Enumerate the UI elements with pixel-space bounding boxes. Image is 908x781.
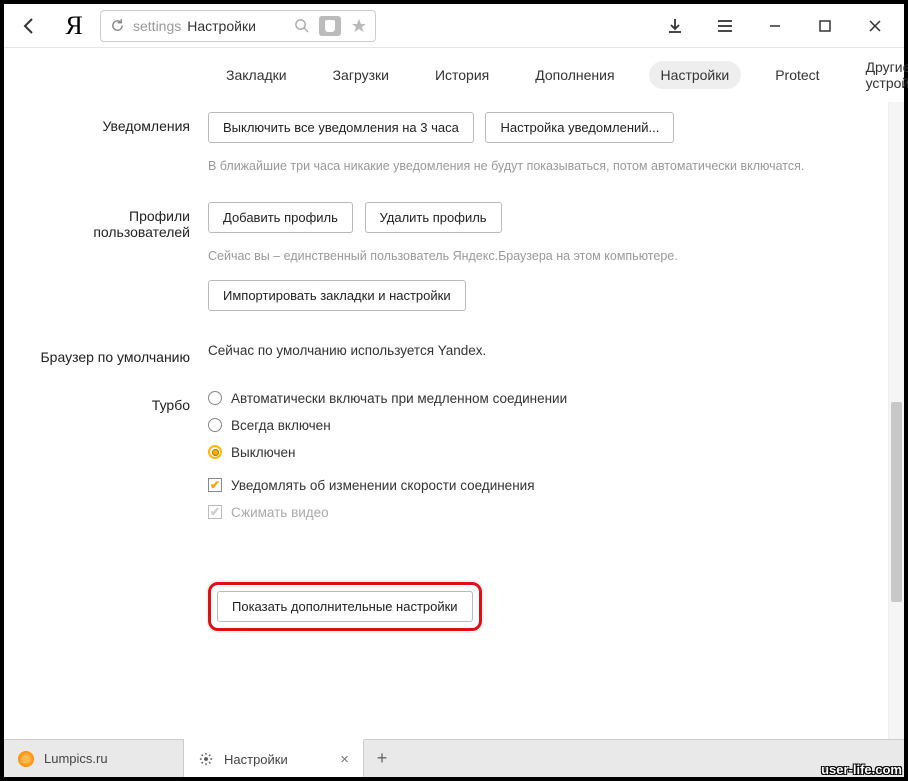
section-label: Браузер по умолчанию [38, 343, 208, 365]
section-advanced: Показать дополнительные настройки [38, 558, 858, 631]
maximize-button[interactable] [804, 8, 846, 44]
menu-icon[interactable] [704, 8, 746, 44]
search-icon[interactable] [291, 16, 311, 36]
radio-label: Выключен [231, 445, 295, 460]
turbo-auto-radio[interactable]: Автоматически включать при медленном сое… [208, 391, 858, 406]
close-button[interactable] [854, 8, 896, 44]
settings-content: Уведомления Выключить все уведомления на… [4, 102, 888, 739]
reload-icon[interactable] [107, 18, 127, 33]
browser-tabbar: Lumpics.ru Настройки × + [4, 739, 904, 777]
address-title: Настройки [187, 18, 256, 34]
delete-profile-button[interactable]: Удалить профиль [365, 202, 502, 233]
tab-other-devices[interactable]: Другие устройства [854, 53, 908, 97]
notifications-hint: В ближайшие три часа никакие уведомления… [208, 157, 858, 176]
show-advanced-button[interactable]: Показать дополнительные настройки [217, 591, 473, 622]
checkbox-label: Сжимать видео [231, 505, 329, 520]
settings-nav: Закладки Загрузки История Дополнения Нас… [4, 48, 904, 102]
address-prefix: settings [133, 18, 181, 34]
section-profiles: Профили пользователей Добавить профиль У… [38, 202, 858, 317]
back-button[interactable] [12, 8, 48, 44]
default-browser-text: Сейчас по умолчанию используется Yandex. [208, 343, 858, 358]
tab-label: Lumpics.ru [44, 751, 108, 766]
downloads-icon[interactable] [654, 8, 696, 44]
turbo-always-radio[interactable]: Всегда включен [208, 418, 858, 433]
scrollbar-thumb[interactable] [891, 402, 902, 602]
import-button[interactable]: Импортировать закладки и настройки [208, 280, 466, 311]
section-turbo: Турбо Автоматически включать при медленн… [38, 391, 858, 532]
turbo-compress-checkbox: Сжимать видео [208, 505, 858, 520]
yandex-logo-icon[interactable]: Я [56, 8, 92, 44]
radio-label: Всегда включен [231, 418, 331, 433]
section-label: Профили пользователей [38, 202, 208, 317]
tab-downloads[interactable]: Загрузки [321, 61, 401, 89]
watermark: user-life.com [821, 762, 902, 777]
notification-settings-button[interactable]: Настройка уведомлений... [485, 112, 674, 143]
radio-label: Автоматически включать при медленном сое… [231, 391, 567, 406]
new-tab-button[interactable]: + [364, 740, 400, 777]
favicon-icon [18, 751, 34, 767]
tab-protect[interactable]: Protect [763, 61, 831, 89]
browser-tab[interactable]: Lumpics.ru [4, 740, 184, 777]
section-label: Уведомления [38, 112, 208, 176]
tab-close-icon[interactable]: × [340, 751, 349, 768]
tab-label: Настройки [224, 752, 288, 767]
highlight-outline: Показать дополнительные настройки [208, 582, 482, 631]
scrollbar[interactable] [888, 102, 904, 739]
tab-addons[interactable]: Дополнения [523, 61, 626, 89]
tab-bookmarks[interactable]: Закладки [214, 61, 299, 89]
add-profile-button[interactable]: Добавить профиль [208, 202, 353, 233]
minimize-button[interactable] [754, 8, 796, 44]
address-bar[interactable]: settings Настройки [100, 10, 376, 42]
profiles-hint: Сейчас вы – единственный пользователь Ян… [208, 247, 858, 266]
turbo-off-radio[interactable]: Выключен [208, 445, 858, 460]
section-notifications: Уведомления Выключить все уведомления на… [38, 112, 858, 176]
browser-tab[interactable]: Настройки × [184, 739, 364, 777]
tab-history[interactable]: История [423, 61, 501, 89]
turbo-notify-checkbox[interactable]: Уведомлять об изменении скорости соедине… [208, 478, 858, 493]
section-label: Турбо [38, 391, 208, 532]
bookmark-star-icon[interactable] [349, 16, 369, 36]
mute-notifications-button[interactable]: Выключить все уведомления на 3 часа [208, 112, 474, 143]
section-default-browser: Браузер по умолчанию Сейчас по умолчанию… [38, 343, 858, 365]
gear-icon [198, 751, 214, 767]
browser-toolbar: Я settings Настройки [4, 4, 904, 48]
checkbox-label: Уведомлять об изменении скорости соедине… [231, 478, 535, 493]
tab-settings[interactable]: Настройки [649, 61, 742, 89]
protect-shield-icon[interactable] [319, 16, 341, 36]
